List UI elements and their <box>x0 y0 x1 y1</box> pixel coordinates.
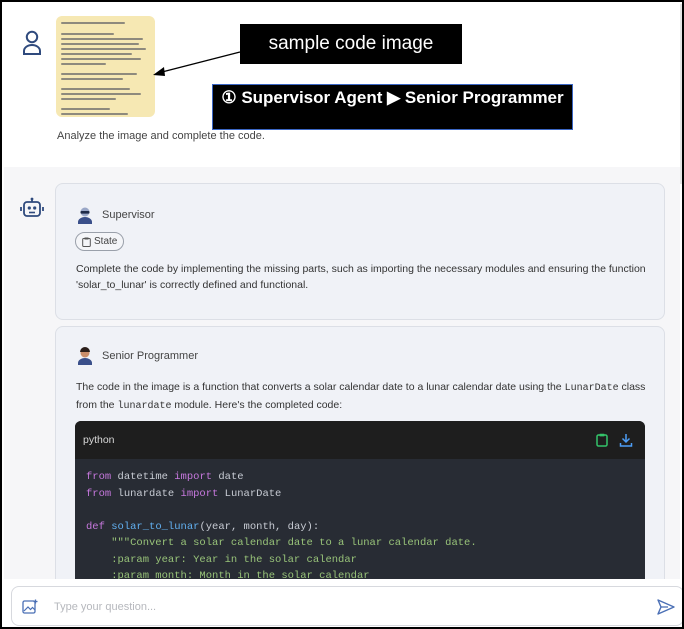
code-block: python from datetime import date from lu… <box>75 421 645 579</box>
programmer-name: Senior Programmer <box>102 350 198 362</box>
chat-window: Analyze the image and complete the code.… <box>0 0 684 629</box>
supervisor-header: Supervisor <box>76 206 155 224</box>
question-input-bar <box>11 586 682 626</box>
code-line-5: """Convert a solar calendar date to a lu… <box>86 537 477 549</box>
programmer-message: The code in the image is a function that… <box>76 379 648 415</box>
inline-code-lunardate-class: LunarDate <box>564 383 619 394</box>
clipboard-small-icon <box>82 237 91 247</box>
code-line-7: :param month: Month in the solar calenda… <box>86 570 370 579</box>
programmer-card: Senior Programmer The code in the image … <box>55 326 665 579</box>
question-input[interactable] <box>54 597 614 617</box>
download-icon[interactable] <box>619 433 633 447</box>
supervisor-avatar-icon <box>78 207 92 224</box>
code-language: python <box>83 434 115 446</box>
scrollbar[interactable] <box>680 4 682 184</box>
send-icon[interactable] <box>657 599 675 615</box>
supervisor-card: Supervisor State Complete the code by im… <box>55 183 665 320</box>
bot-icon <box>20 197 44 217</box>
user-icon <box>23 30 41 55</box>
programmer-avatar-icon <box>78 347 92 365</box>
supervisor-message: Complete the code by implementing the mi… <box>76 263 646 291</box>
code-line-6: :param year: Year in the solar calendar <box>86 553 357 566</box>
code-line-2: from lunardate import LunarDate <box>86 487 282 500</box>
state-toggle[interactable]: State <box>75 232 125 251</box>
code-block-header: python <box>75 421 645 459</box>
programmer-header: Senior Programmer <box>76 347 198 365</box>
clipboard-icon[interactable] <box>595 433 609 447</box>
annotation-agent-flow: ① Supervisor Agent ▶ Senior Programmer <box>212 84 573 130</box>
user-message-text: Analyze the image and complete the code. <box>57 130 265 142</box>
code-line-4: def solar_to_lunar(year, month, day): <box>86 520 320 533</box>
sample-code-image[interactable] <box>56 16 155 117</box>
supervisor-name: Supervisor <box>102 209 155 221</box>
inline-code-lunardate-module: lunardate <box>117 401 172 412</box>
code-body: from datetime import date from lunardate … <box>75 459 645 579</box>
image-upload-icon[interactable] <box>22 599 38 615</box>
assistant-message-area: Supervisor State Complete the code by im… <box>4 167 680 579</box>
annotation-sample-code: sample code image <box>240 24 462 64</box>
code-line-1: from datetime import date <box>86 471 244 483</box>
programmer-message-part: module. Here's the completed code: <box>171 399 343 411</box>
programmer-message-part: The code in the image is a function that… <box>76 381 565 393</box>
state-label: State <box>94 236 118 247</box>
